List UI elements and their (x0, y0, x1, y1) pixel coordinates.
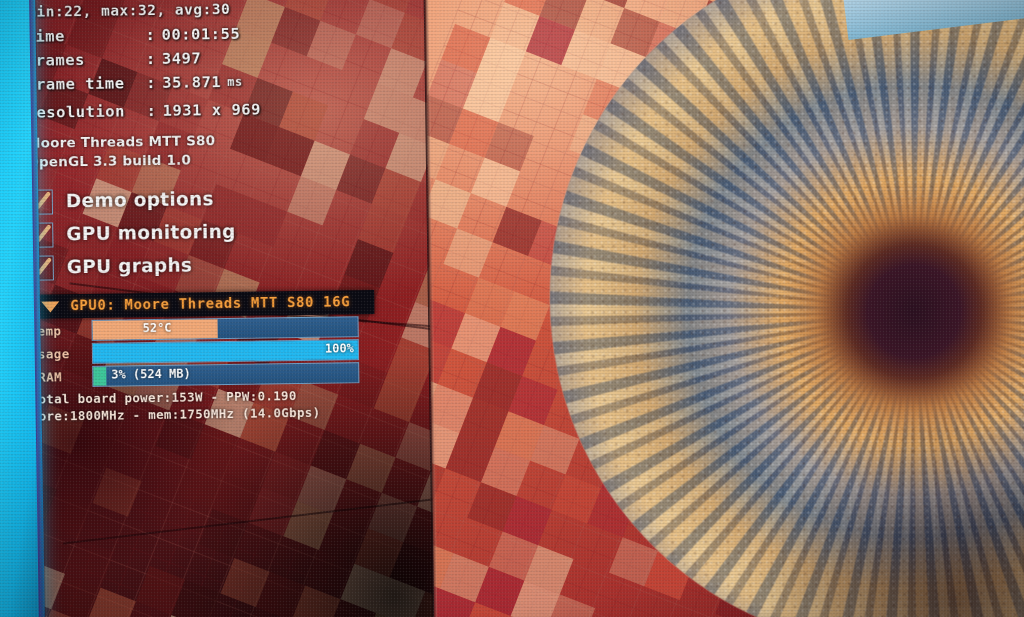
stat-row-resolution: Resolution : 1931 x 969 (26, 95, 426, 125)
stat-key: Frames (25, 50, 86, 70)
stat-colon: : (146, 73, 157, 93)
checkbox-label: GPU monitoring (66, 221, 236, 245)
gpu-panel-title: GPU0: Moore Threads MTT S80 16G (70, 294, 351, 315)
bar-value: 100% (324, 341, 354, 356)
stat-value: 1931 x 969 (162, 100, 262, 120)
stat-key: Frame time (26, 74, 125, 94)
checkbox-label: Demo options (65, 188, 214, 212)
bar-track: 52°C (91, 316, 359, 341)
gpu-monitor-panel: GPU0: Moore Threads MTT S80 16G temp 52°… (29, 289, 376, 425)
gpu-bar-usage: usage 100% (30, 339, 375, 365)
bar-value: 52°C (142, 320, 172, 336)
stats-list: Time : 00:01:55 Frames : 3497 Frame time… (25, 19, 426, 125)
renderer-info: Moore Threads MTT S80 OpenGL 3.3 build 1… (27, 129, 427, 173)
bar-track: 100% (91, 339, 360, 364)
stat-unit: ms (227, 74, 243, 89)
stat-value: 35.871 (162, 73, 222, 92)
fps-summary: min:22, max:32, avg:30 (27, 1, 231, 21)
gpu-bar-temp: temp 52°C (30, 316, 375, 342)
checkbox-demo-options[interactable]: Demo options (27, 181, 428, 217)
stat-colon: : (145, 25, 156, 45)
stat-colon: : (146, 101, 157, 121)
options-checkbox-group: Demo options GPU monitoring GPU graphs (27, 181, 429, 283)
bar-fill (92, 340, 359, 363)
stat-value: 3497 (161, 49, 202, 68)
shadow-corner (761, 415, 1024, 617)
bar-value: 3% (524 MB) (111, 366, 191, 382)
stat-key: Time (25, 27, 65, 46)
gpu-bar-vram: VRAM 3% (524 MB) (30, 362, 375, 388)
stat-value: 00:01:55 (161, 24, 241, 44)
stat-key: Resolution (26, 102, 126, 122)
checkbox-gpu-graphs[interactable]: GPU graphs (28, 247, 429, 283)
render-viewport-right (425, 0, 1024, 617)
benchmark-overlay: min:22, max:32, avg:30 Time : 00:01:55 F… (25, 0, 431, 425)
checkbox-gpu-monitoring[interactable]: GPU monitoring (28, 214, 428, 250)
photographed-monitor-screen: min:22, max:32, avg:30 Time : 00:01:55 F… (0, 0, 1024, 617)
checkbox-label: GPU graphs (66, 255, 193, 278)
bar-fill (93, 366, 107, 386)
gpu-panel-header[interactable]: GPU0: Moore Threads MTT S80 16G (29, 289, 375, 319)
bar-track: 3% (524 MB) (92, 362, 360, 387)
stat-colon: : (145, 49, 156, 69)
triangle-down-icon[interactable] (41, 300, 60, 313)
